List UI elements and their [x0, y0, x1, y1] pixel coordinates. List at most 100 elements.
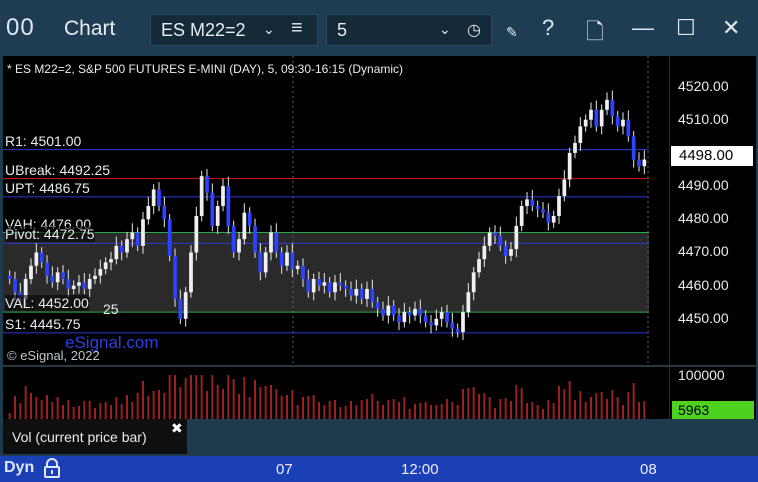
- volume-bar: [499, 399, 502, 419]
- candle-body: [327, 282, 332, 293]
- price-chart-svg: [3, 56, 649, 365]
- candle-body: [583, 119, 588, 127]
- candle-body: [594, 109, 599, 127]
- hamburger-menu-icon[interactable]: ≡: [291, 17, 303, 40]
- dynamic-mode-label[interactable]: Dyn: [4, 459, 34, 477]
- volume-bar: [488, 397, 491, 419]
- candle-body: [295, 265, 300, 270]
- candle-body: [322, 282, 327, 286]
- candle-body: [477, 259, 481, 273]
- clock-icon[interactable]: ◷: [467, 20, 481, 40]
- chevron-down-icon[interactable]: ⌄: [439, 21, 451, 38]
- candle-body: [173, 255, 177, 299]
- chart-window: 00 Chart ES M22=2 ⌄ ≡ 5 ⌄ ◷ ✎ ? 🗋 — ☐ ✕ …: [0, 0, 758, 482]
- time-label-08: 08: [640, 461, 657, 478]
- volume-bar: [131, 402, 134, 419]
- volume-bar: [179, 387, 182, 419]
- candle-body: [279, 252, 284, 266]
- volume-bar: [46, 395, 48, 419]
- volume-bar: [339, 407, 342, 419]
- volume-bar: [318, 402, 320, 419]
- level-label: R1: 4501.00: [5, 132, 82, 149]
- candle-body: [269, 232, 273, 253]
- candle-body: [39, 252, 44, 263]
- level-label: Pivot: 4472.75: [5, 226, 95, 243]
- candle-body: [445, 312, 449, 323]
- close-study-icon[interactable]: ✖: [171, 420, 183, 437]
- volume-bar: [478, 394, 480, 419]
- candle-body: [55, 272, 60, 283]
- volume-bar: [51, 402, 54, 419]
- volume-bar: [398, 402, 400, 419]
- volume-bar: [520, 388, 523, 419]
- volume-bar: [190, 375, 192, 419]
- volume-axis: 100000 5963: [669, 366, 756, 420]
- candle-body: [402, 312, 407, 323]
- price-axis[interactable]: 4520.00 4510.00 4490.00 4480.00 4470.00 4460.…: [669, 56, 756, 365]
- volume-bar: [264, 386, 267, 419]
- interval-text: 5: [337, 20, 348, 40]
- candle-body: [151, 189, 156, 206]
- volume-bar: [552, 403, 555, 419]
- candle-body: [578, 126, 583, 143]
- candle-body: [258, 252, 263, 273]
- volume-bar: [360, 400, 363, 419]
- candle-body: [285, 252, 289, 266]
- volume-bar: [430, 405, 432, 419]
- volume-bar: [78, 406, 80, 419]
- volume-tick: 100000: [678, 367, 725, 383]
- candle-body: [642, 159, 647, 167]
- volume-bar: [211, 375, 214, 419]
- candle-body: [365, 288, 369, 299]
- volume-bar: [99, 403, 102, 419]
- level-label: UBreak: 4492.25: [5, 161, 111, 178]
- title-bar: 00 Chart ES M22=2 ⌄ ≡ 5 ⌄ ◷ ✎ ? 🗋 — ☐ ✕: [0, 0, 758, 56]
- candle-body: [194, 215, 199, 253]
- volume-bar: [275, 389, 278, 419]
- volume-bar: [638, 402, 640, 419]
- volume-bar: [387, 400, 390, 419]
- lock-icon[interactable]: [42, 458, 62, 479]
- candle-body: [109, 259, 113, 263]
- volume-bar: [328, 401, 331, 419]
- candle-body: [418, 308, 423, 316]
- candle-body: [557, 196, 561, 216]
- interval-selector[interactable]: 5 ⌄ ◷: [326, 14, 492, 46]
- help-icon[interactable]: ?: [542, 15, 554, 41]
- volume-pane[interactable]: [3, 366, 669, 420]
- minimize-icon[interactable]: —: [632, 15, 654, 41]
- close-icon[interactable]: ✕: [722, 15, 740, 41]
- volume-bar: [622, 405, 624, 419]
- volume-bar: [531, 402, 534, 419]
- volume-bar: [136, 393, 139, 419]
- volume-bar: [504, 398, 507, 419]
- volume-bar: [110, 405, 112, 419]
- candle-body: [498, 235, 503, 246]
- candle-body: [311, 279, 316, 293]
- volume-bar: [163, 393, 166, 419]
- candle-body: [50, 275, 55, 283]
- chevron-down-icon[interactable]: ⌄: [263, 21, 275, 38]
- candle-body: [434, 318, 439, 326]
- candle-body: [87, 279, 92, 289]
- volume-bar: [174, 375, 176, 419]
- candle-body: [461, 312, 465, 333]
- volume-bar: [462, 389, 464, 419]
- candle-body: [535, 206, 540, 210]
- time-axis[interactable]: Dyn 07 12:00 08: [0, 456, 758, 482]
- candle-body: [407, 312, 412, 316]
- link-icon[interactable]: ✎: [506, 24, 518, 41]
- maximize-icon[interactable]: ☐: [676, 15, 696, 41]
- symbol-selector[interactable]: ES M22=2 ⌄ ≡: [150, 14, 318, 46]
- candle-body: [274, 232, 279, 253]
- volume-bar: [595, 393, 598, 419]
- volume-bar: [14, 396, 16, 419]
- study-tab[interactable]: Vol (current price bar) ✖: [3, 419, 187, 454]
- volume-bar: [419, 403, 422, 419]
- price-chart[interactable]: * ES M22=2, S&P 500 FUTURES E-MINI (DAY)…: [3, 56, 669, 365]
- volume-bar: [574, 400, 576, 419]
- volume-bar: [382, 405, 384, 419]
- candle-body: [354, 288, 359, 296]
- template-icon[interactable]: 🗋: [586, 15, 604, 53]
- volume-bar: [526, 403, 528, 419]
